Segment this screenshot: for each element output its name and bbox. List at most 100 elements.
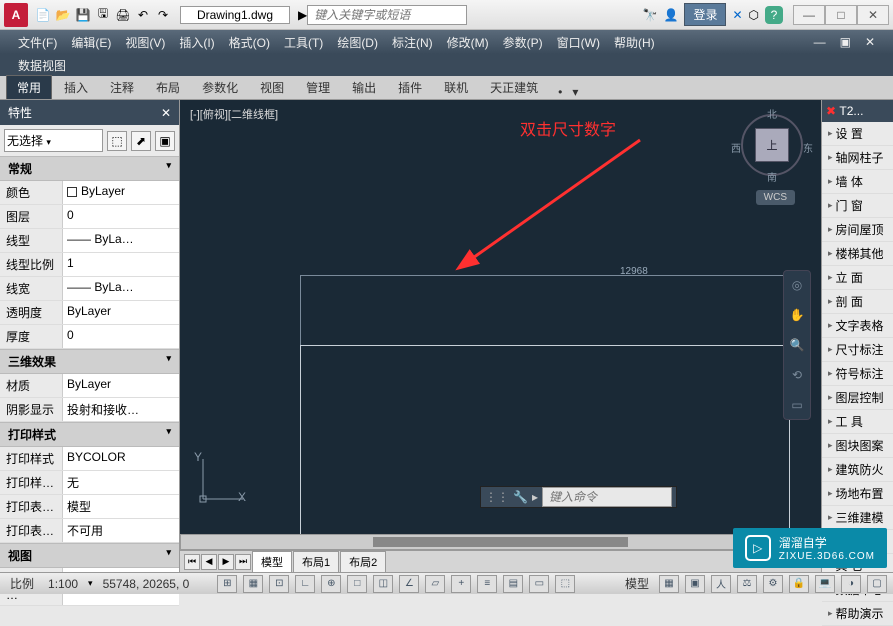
status-sc-icon[interactable]: ⬚ — [555, 575, 575, 593]
status-lwt-icon[interactable]: ≡ — [477, 575, 497, 593]
props-value[interactable]: 0 — [62, 325, 179, 348]
binoculars-icon[interactable]: 🔭 — [643, 8, 658, 22]
props-row[interactable]: 线宽—— ByLa… — [0, 277, 179, 301]
ribbon-tab-layout[interactable]: 布局 — [146, 76, 190, 99]
props-section-header[interactable]: 常规▾ — [0, 156, 179, 181]
command-input[interactable] — [542, 487, 672, 507]
status-grid-icon[interactable]: ⊡ — [269, 575, 289, 593]
layout-last-icon[interactable]: ⏭ — [235, 554, 251, 570]
selectobj-icon[interactable]: ▣ — [155, 131, 175, 151]
horizontal-scrollbar[interactable] — [180, 534, 821, 550]
status-snap-icon[interactable]: ▦ — [243, 575, 263, 593]
status-osnap-icon[interactable]: □ — [347, 575, 367, 593]
props-section-header[interactable]: 视图▾ — [0, 543, 179, 568]
menu-view[interactable]: 视图(V) — [125, 34, 165, 51]
props-section-header[interactable]: 三维效果▾ — [0, 349, 179, 374]
palette-item[interactable]: ▸门 窗 — [822, 194, 893, 218]
status-ann-icon[interactable]: 人 — [711, 575, 731, 593]
selection-dropdown[interactable]: 无选择 ▾ — [4, 129, 103, 152]
doc-min-icon[interactable]: — — [814, 35, 826, 49]
quickselect-icon[interactable]: ⬚ — [107, 131, 127, 151]
status-ortho-icon[interactable]: ∟ — [295, 575, 315, 593]
palette-item[interactable]: ▸文字表格 — [822, 314, 893, 338]
search-play-icon[interactable]: ▶ — [298, 8, 307, 22]
ribbon-tab-common[interactable]: 常用 — [6, 75, 52, 99]
palette-item[interactable]: ▸剖 面 — [822, 290, 893, 314]
viewcube-west[interactable]: 西 — [731, 140, 741, 155]
viewcube[interactable]: 上 北 南 东 西 — [737, 110, 807, 180]
layout-tab-layout2[interactable]: 布局2 — [340, 551, 386, 573]
props-value[interactable]: —— ByLa… — [62, 277, 179, 300]
open-icon[interactable]: 📂 — [54, 6, 72, 24]
layout-tab-layout1[interactable]: 布局1 — [293, 551, 339, 573]
palette-item[interactable]: ▸轴网柱子 — [822, 146, 893, 170]
nav-zoom-icon[interactable]: 🔍 — [787, 335, 807, 355]
doc-close-icon[interactable]: ✕ — [865, 35, 875, 49]
pickadd-icon[interactable]: ⬈ — [131, 131, 151, 151]
redo-icon[interactable]: ↷ — [154, 6, 172, 24]
viewcube-east[interactable]: 东 — [803, 140, 813, 155]
nav-pan-icon[interactable]: ✋ — [787, 305, 807, 325]
status-workspace-icon[interactable]: ⚙ — [763, 575, 783, 593]
props-row[interactable]: 打印样…无 — [0, 471, 179, 495]
cmd-grip-icon[interactable]: ⋮⋮ — [485, 490, 509, 504]
props-value[interactable]: ByLayer — [62, 181, 179, 204]
palette-item[interactable]: ▸立 面 — [822, 266, 893, 290]
props-row[interactable]: 阴影显示投射和接收… — [0, 398, 179, 422]
palette-item[interactable]: ▸尺寸标注 — [822, 338, 893, 362]
drawing-canvas[interactable]: [-][俯视][二维线框] 双击尺寸数字 12968 Y X 上 北 南 — [180, 100, 821, 534]
ribbon-tab-view[interactable]: 视图 — [250, 76, 294, 99]
status-polar-icon[interactable]: ⊕ — [321, 575, 341, 593]
nav-orbit-icon[interactable]: ⟲ — [787, 365, 807, 385]
props-section-header[interactable]: 打印样式▾ — [0, 422, 179, 447]
status-clean-icon[interactable]: ▢ — [867, 575, 887, 593]
print-icon[interactable]: 🖨 — [114, 6, 132, 24]
ribbon-tab-manage[interactable]: 管理 — [296, 76, 340, 99]
status-infer-icon[interactable]: ⊞ — [217, 575, 237, 593]
new-icon[interactable]: 📄 — [34, 6, 52, 24]
menu-dataview[interactable]: 数据视图 — [18, 57, 66, 74]
props-value[interactable]: ByLayer — [62, 301, 179, 324]
menu-modify[interactable]: 修改(M) — [447, 34, 489, 51]
ribbon-bullet-icon[interactable]: • — [558, 85, 562, 99]
props-row[interactable]: 厚度0 — [0, 325, 179, 349]
scale-dropdown-icon[interactable]: ▾ — [88, 578, 93, 589]
palette-item[interactable]: ▸房间屋顶 — [822, 218, 893, 242]
props-row[interactable]: 透明度ByLayer — [0, 301, 179, 325]
props-value[interactable]: 1 — [62, 253, 179, 276]
menu-file[interactable]: 文件(F) — [18, 34, 57, 51]
minimize-button[interactable]: — — [793, 5, 825, 25]
save-icon[interactable]: 💾 — [74, 6, 92, 24]
palette-item[interactable]: ▸场地布置 — [822, 482, 893, 506]
props-row[interactable]: 颜色ByLayer — [0, 181, 179, 205]
menu-tools[interactable]: 工具(T) — [284, 34, 323, 51]
ribbon-tab-output[interactable]: 输出 — [342, 76, 386, 99]
palette-item[interactable]: ▸图层控制 — [822, 386, 893, 410]
layout-prev-icon[interactable]: ◀ — [201, 554, 217, 570]
props-value[interactable]: 投射和接收… — [62, 398, 179, 421]
menu-parametric[interactable]: 参数(P) — [503, 34, 543, 51]
ribbon-tab-tarch[interactable]: 天正建筑 — [480, 76, 548, 99]
menu-draw[interactable]: 绘图(D) — [337, 34, 378, 51]
status-lock-icon[interactable]: 🔒 — [789, 575, 809, 593]
tool-palette-header[interactable]: ✖ T2... — [822, 100, 893, 122]
status-model-button[interactable]: 模型 — [621, 575, 653, 592]
infocenter-icon[interactable]: ⬡ — [749, 8, 759, 22]
props-value[interactable]: 0 — [62, 205, 179, 228]
props-row[interactable]: 打印样式BYCOLOR — [0, 447, 179, 471]
status-3dosnap-icon[interactable]: ◫ — [373, 575, 393, 593]
login-button[interactable]: 登录 — [684, 3, 726, 26]
props-row[interactable]: 线型—— ByLa… — [0, 229, 179, 253]
close-button[interactable]: ✕ — [857, 5, 889, 25]
status-tpy-icon[interactable]: ▤ — [503, 575, 523, 593]
cmd-wrench-icon[interactable]: 🔧 — [513, 490, 528, 504]
nav-wheel-icon[interactable]: ◎ — [787, 275, 807, 295]
props-value[interactable]: 模型 — [62, 495, 179, 518]
props-value[interactable]: 不可用 — [62, 519, 179, 542]
wcs-label[interactable]: WCS — [756, 190, 795, 205]
palette-item[interactable]: ▸工 具 — [822, 410, 893, 434]
props-value[interactable]: ByLayer — [62, 374, 179, 397]
palette-item[interactable]: ▸楼梯其他 — [822, 242, 893, 266]
doc-restore-icon[interactable]: ▣ — [840, 35, 851, 49]
undo-icon[interactable]: ↶ — [134, 6, 152, 24]
